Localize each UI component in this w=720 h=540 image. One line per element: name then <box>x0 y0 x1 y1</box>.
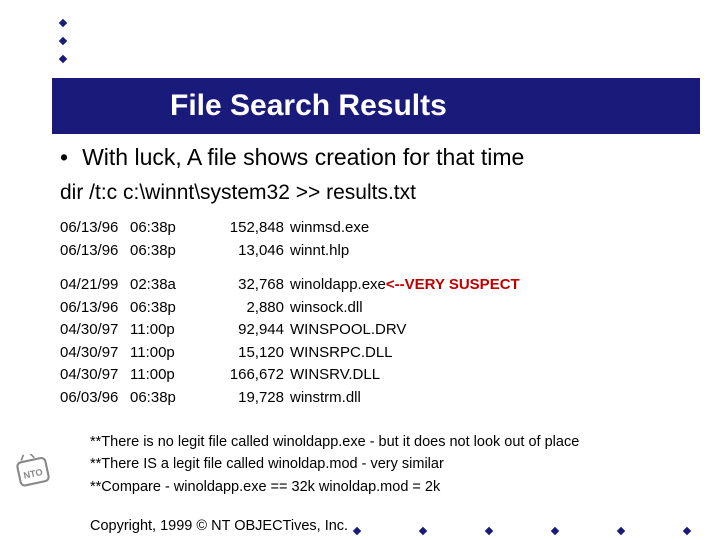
file-time: 11:00p <box>130 319 220 342</box>
suspect-flag: <--VERY SUSPECT <box>386 274 520 297</box>
file-row: 04/30/9711:00p92,944 WINSPOOL.DRV <box>60 319 690 342</box>
file-date: 04/30/97 <box>60 342 130 365</box>
file-name: winsock.dll <box>290 297 363 320</box>
file-name: winnt.hlp <box>290 240 349 263</box>
note-line: **There is no legit file called winoldap… <box>90 431 690 453</box>
file-name: winmsd.exe <box>290 217 369 240</box>
file-date: 06/13/96 <box>60 217 130 240</box>
bullet-text: With luck, A file shows creation for tha… <box>82 144 524 171</box>
slide-title: File Search Results <box>170 89 447 123</box>
file-size: 2,880 <box>220 297 290 320</box>
file-date: 06/03/96 <box>60 387 130 410</box>
file-date: 04/30/97 <box>60 364 130 387</box>
file-date: 04/30/97 <box>60 319 130 342</box>
file-size: 13,046 <box>220 240 290 263</box>
file-time: 06:38p <box>130 240 220 263</box>
file-name: winoldapp.exe <box>290 274 386 297</box>
bullet-line: • With luck, A file shows creation for t… <box>60 144 690 171</box>
command-line: dir /t:c c:\winnt\system32 >> results.tx… <box>60 181 690 205</box>
file-size: 15,120 <box>220 342 290 365</box>
file-listing: 06/13/9606:38p152,848 winmsd.exe06/13/96… <box>60 217 690 409</box>
file-row: 06/13/9606:38p13,046 winnt.hlp <box>60 240 690 263</box>
file-size: 152,848 <box>220 217 290 240</box>
file-row: 04/30/9711:00p166,672 WINSRV.DLL <box>60 364 690 387</box>
file-row: 04/21/9902:38a32,768 winoldapp.exe <--VE… <box>60 274 690 297</box>
notes-block: **There is no legit file called winoldap… <box>90 431 690 498</box>
file-size: 166,672 <box>220 364 290 387</box>
decorative-dots-bottom <box>354 528 690 534</box>
title-bar: File Search Results <box>52 78 700 134</box>
file-name: WINSRV.DLL <box>290 364 380 387</box>
file-time: 11:00p <box>130 342 220 365</box>
slide-content: • With luck, A file shows creation for t… <box>60 144 690 534</box>
note-line: **Compare - winoldapp.exe == 32k winolda… <box>90 476 690 498</box>
file-row: 06/13/9606:38p152,848 winmsd.exe <box>60 217 690 240</box>
decorative-dots-top <box>60 8 66 74</box>
file-size: 32,768 <box>220 274 290 297</box>
file-time: 06:38p <box>130 387 220 410</box>
file-date: 04/21/99 <box>60 274 130 297</box>
bullet-dot: • <box>60 144 68 171</box>
file-size: 92,944 <box>220 319 290 342</box>
file-name: WINSPOOL.DRV <box>290 319 406 342</box>
file-row: 04/30/9711:00p15,120 WINSRPC.DLL <box>60 342 690 365</box>
file-time: 11:00p <box>130 364 220 387</box>
file-size: 19,728 <box>220 387 290 410</box>
file-time: 06:38p <box>130 217 220 240</box>
file-row: 06/13/9606:38p2,880 winsock.dll <box>60 297 690 320</box>
file-name: winstrm.dll <box>290 387 361 410</box>
nto-logo: NTO <box>14 454 56 492</box>
note-line: **There IS a legit file called winoldap.… <box>90 453 690 475</box>
svg-text:NTO: NTO <box>23 467 44 481</box>
file-date: 06/13/96 <box>60 240 130 263</box>
file-date: 06/13/96 <box>60 297 130 320</box>
file-row: 06/03/9606:38p19,728 winstrm.dll <box>60 387 690 410</box>
file-time: 02:38a <box>130 274 220 297</box>
file-name: WINSRPC.DLL <box>290 342 393 365</box>
file-time: 06:38p <box>130 297 220 320</box>
